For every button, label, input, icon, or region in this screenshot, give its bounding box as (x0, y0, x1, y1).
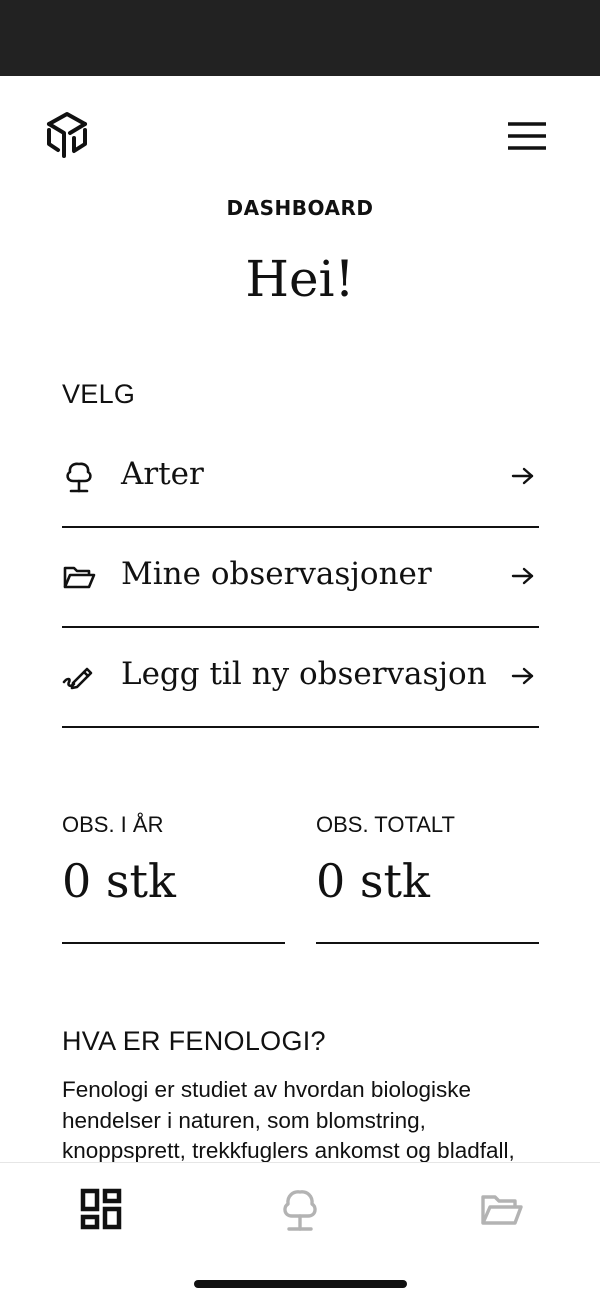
stat-label: OBS. I ÅR (62, 812, 164, 837)
stat-value: 0 stk (316, 854, 430, 908)
tree-icon[interactable] (278, 1187, 322, 1233)
menu-item-mine-observasjoner[interactable]: Mine observasjoner (62, 528, 539, 628)
stat-label: OBS. TOTALT (316, 812, 455, 837)
page-label: DASHBOARD (226, 196, 374, 220)
menu-item-label: Arter (121, 456, 204, 492)
folder-open-icon[interactable] (479, 1187, 523, 1233)
menu-item-label: Legg til ny observasjon (121, 656, 487, 692)
pen-icon (62, 667, 93, 690)
cube-logo-icon[interactable] (44, 110, 90, 158)
about-section-title: HVA ER FENOLOGI? (62, 1026, 326, 1056)
dashboard-grid-icon[interactable] (79, 1187, 123, 1233)
stat-obs-total: OBS. TOTALT 0 stk (316, 810, 539, 944)
hamburger-menu-icon[interactable] (506, 120, 548, 152)
menu-item-label: Mine observasjoner (121, 556, 432, 592)
about-text: Fenologi er studiet av hvordan biologisk… (62, 1077, 515, 1163)
arrow-right-icon (511, 567, 534, 585)
stat-obs-this-year: OBS. I ÅR 0 stk (62, 810, 285, 944)
status-bar (0, 0, 600, 76)
tree-icon (66, 462, 92, 493)
arrow-right-icon (511, 467, 534, 485)
home-indicator (194, 1280, 407, 1288)
stat-value: 0 stk (62, 854, 176, 908)
app-header (0, 76, 600, 186)
menu-item-legg-til-ny-observasjon[interactable]: Legg til ny observasjon (62, 628, 539, 728)
choose-section-title: VELG (62, 379, 136, 409)
choose-list: Arter Mine observasjoner Legg til ny obs… (62, 428, 539, 728)
greeting-heading: Hei! (245, 250, 355, 308)
menu-item-arter[interactable]: Arter (62, 428, 539, 528)
folder-open-icon (63, 566, 96, 589)
arrow-right-icon (511, 667, 534, 685)
